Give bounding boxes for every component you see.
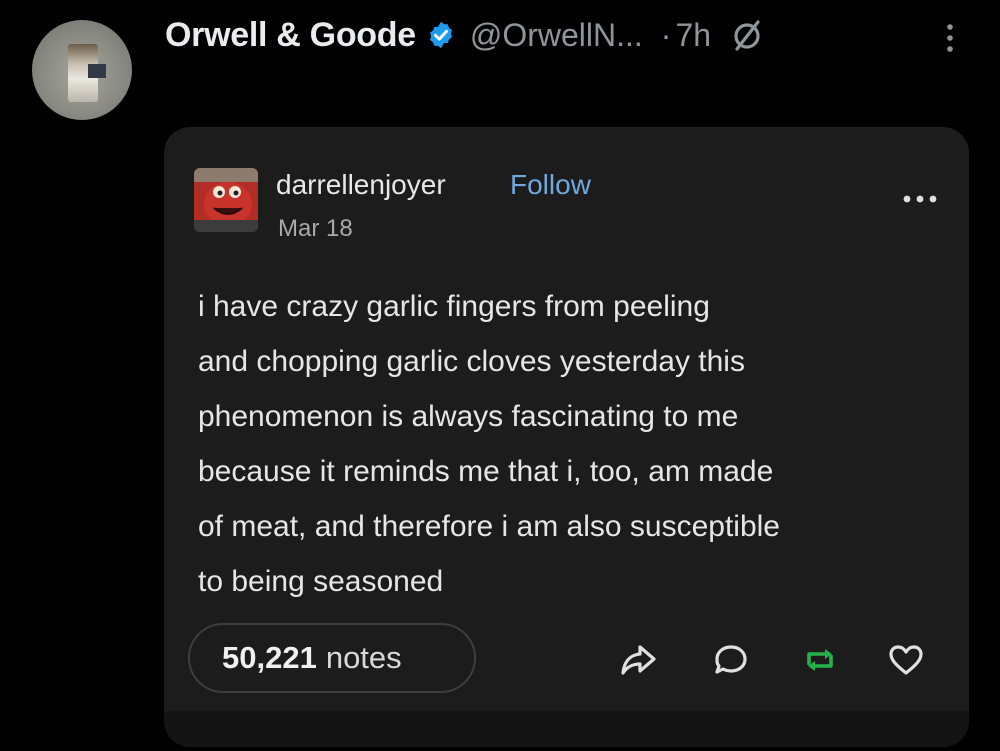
post-body-line: i have crazy garlic fingers from peeling bbox=[198, 290, 710, 323]
avatar-figure-detail bbox=[88, 64, 106, 78]
post-body-line: to being seasoned bbox=[198, 565, 444, 598]
reblog-arrows-icon[interactable] bbox=[800, 641, 840, 679]
post-body-line: phenomenon is always fascinating to me bbox=[198, 400, 739, 433]
embedded-post-card[interactable]: darrellenjoyer Follow Mar 18 i have craz… bbox=[164, 127, 969, 747]
post-body-line: because it reminds me that i, too, am ma… bbox=[198, 455, 774, 488]
post-body-line: of meat, and therefore i am also suscept… bbox=[198, 510, 780, 543]
heart-outline-icon[interactable] bbox=[886, 641, 926, 679]
post-date: Mar 18 bbox=[278, 215, 353, 242]
tweet-header: Orwell & Goode @OrwellN... · 7h bbox=[165, 12, 765, 58]
user-handle[interactable]: @OrwellN... bbox=[470, 17, 643, 54]
post-body-text: i have crazy garlic fingers from peeling… bbox=[198, 279, 938, 609]
verified-badge-icon bbox=[429, 21, 452, 49]
post-author-avatar[interactable] bbox=[194, 168, 258, 232]
share-arrow-icon[interactable] bbox=[618, 641, 658, 679]
notes-count: 50,221 bbox=[222, 640, 317, 675]
cartoon-avatar-icon bbox=[194, 168, 258, 232]
timestamp[interactable]: 7h bbox=[675, 17, 711, 54]
post-body-line: and chopping garlic cloves yesterday thi… bbox=[198, 345, 745, 378]
display-name[interactable]: Orwell & Goode bbox=[165, 16, 416, 55]
follow-button[interactable]: Follow bbox=[510, 169, 591, 201]
speech-bubble-icon[interactable] bbox=[711, 641, 751, 679]
notes-label: notes bbox=[325, 640, 402, 675]
notes-count-button[interactable]: 50,221 notes bbox=[188, 623, 476, 693]
horizontal-ellipsis-icon[interactable] bbox=[900, 193, 940, 205]
profile-avatar[interactable] bbox=[32, 20, 132, 120]
muted-circle-slash-icon bbox=[734, 20, 760, 51]
card-footer-strip bbox=[164, 711, 969, 747]
separator-dot: · bbox=[660, 16, 672, 53]
post-author-username[interactable]: darrellenjoyer bbox=[276, 169, 446, 201]
vertical-ellipsis-icon[interactable] bbox=[942, 18, 958, 58]
